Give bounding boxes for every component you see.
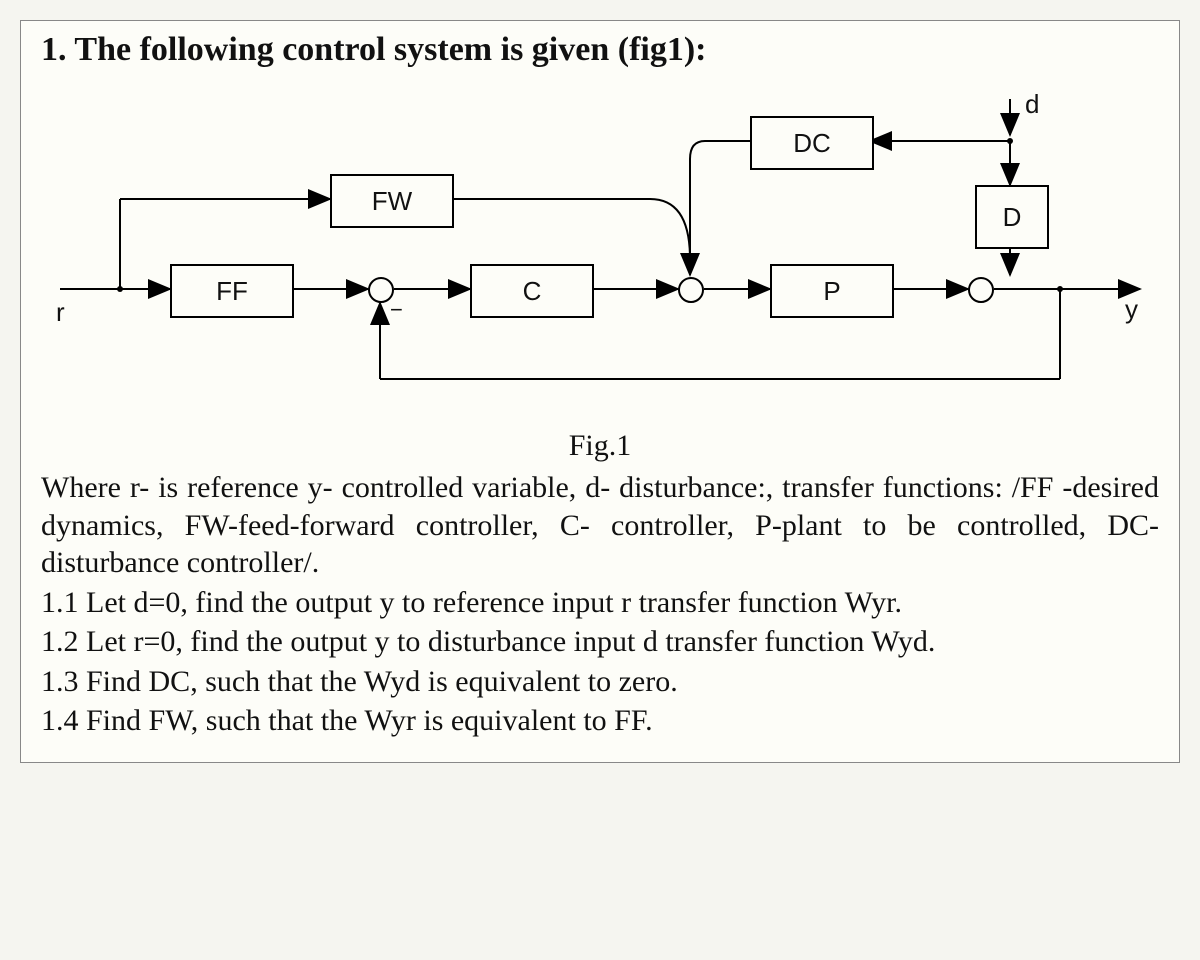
question-1-2: 1.2 Let r=0, find the output y to distur… xyxy=(41,623,1159,661)
page: 1. The following control system is given… xyxy=(20,20,1180,763)
body-text: Where r- is reference y- controlled vari… xyxy=(41,469,1159,740)
label-minus: − xyxy=(390,297,403,323)
sum-junction-3 xyxy=(968,277,994,303)
block-c: C xyxy=(470,264,594,318)
label-y: y xyxy=(1125,294,1138,325)
label-d: d xyxy=(1025,89,1039,120)
problem-title: 1. The following control system is given… xyxy=(41,31,1159,69)
question-1-1: 1.1 Let d=0, find the output y to refere… xyxy=(41,584,1159,622)
question-1-4: 1.4 Find FW, such that the Wyr is equiva… xyxy=(41,702,1159,740)
label-r: r xyxy=(56,297,65,328)
sum-junction-2 xyxy=(678,277,704,303)
paragraph-description: Where r- is reference y- controlled vari… xyxy=(41,469,1159,582)
block-fw: FW xyxy=(330,174,454,228)
block-p: P xyxy=(770,264,894,318)
block-dc: DC xyxy=(750,116,874,170)
block-d: D xyxy=(975,185,1049,249)
figure-caption: Fig.1 xyxy=(41,429,1159,463)
block-ff: FF xyxy=(170,264,294,318)
block-diagram: FF FW C DC P D r d y − xyxy=(50,89,1150,419)
question-1-3: 1.3 Find DC, such that the Wyd is equiva… xyxy=(41,663,1159,701)
wires-svg xyxy=(50,89,1150,419)
